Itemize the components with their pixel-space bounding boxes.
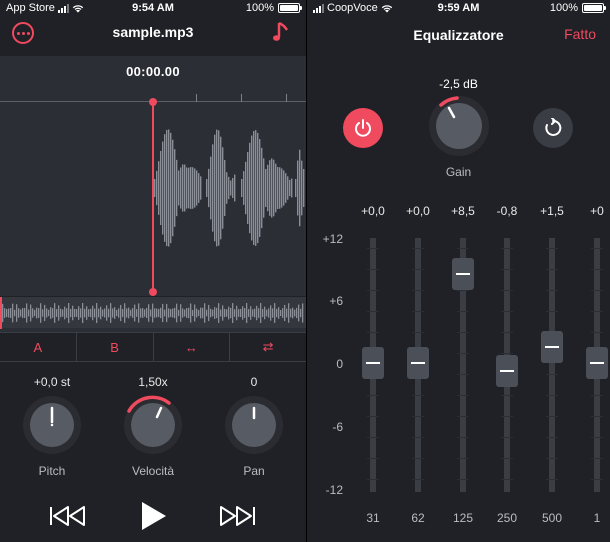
pitch-label: Pitch (38, 464, 66, 478)
band-slider-thumb[interactable] (541, 331, 563, 364)
playhead[interactable] (152, 102, 154, 292)
band-slider-thumb[interactable] (407, 347, 429, 379)
db-scale-label: +12 (322, 232, 343, 246)
pan-control: 0 Pan (214, 375, 294, 478)
loop-range-button[interactable]: ↔ (154, 333, 231, 361)
status-bar: App Store 9:54 AM 100% (0, 0, 306, 17)
time-display: 00:00.00 (126, 64, 180, 79)
band-gain-value: +0 (590, 204, 604, 218)
band-slider-track[interactable] (546, 238, 558, 492)
band-frequency: 1 (593, 511, 601, 525)
db-scale-label: 0 (336, 357, 343, 371)
play-icon[interactable] (133, 496, 173, 536)
reset-icon (545, 118, 562, 136)
ruler-tick (241, 94, 242, 102)
fast-forward-icon[interactable] (218, 496, 258, 536)
audio-player-screen: App Store 9:54 AM 100% sample.mp3 00:00.… (0, 0, 306, 542)
ruler-tick (286, 94, 287, 102)
battery-percent: 100% (245, 2, 274, 14)
power-toggle-button[interactable] (343, 108, 383, 148)
battery-icon (278, 3, 302, 13)
speed-value: 1,50x (138, 375, 168, 389)
band-slider-thumb[interactable] (586, 347, 608, 379)
music-note-icon[interactable] (272, 20, 290, 44)
loop-controls: A B ↔ ⇄ (0, 332, 306, 362)
gain-label: Gain (445, 165, 472, 179)
repeat-button[interactable]: ⇄ (230, 333, 306, 361)
playhead-handle-bottom[interactable] (149, 288, 157, 296)
pan-knob[interactable] (222, 391, 286, 455)
pan-value: 0 (250, 375, 258, 389)
band-slider-thumb[interactable] (496, 355, 518, 388)
waveform-overview[interactable] (0, 296, 306, 329)
band-slider-thumb[interactable] (452, 257, 474, 290)
reset-button[interactable] (533, 108, 573, 148)
gain-knob[interactable] (427, 94, 491, 158)
battery-percent: 100% (549, 2, 578, 14)
speed-label: Velocità (131, 464, 175, 478)
gain-value: -2,5 dB (439, 77, 478, 91)
db-scale-label: -12 (325, 483, 343, 497)
battery-icon (582, 3, 606, 13)
pan-label: Pan (243, 464, 265, 478)
rewind-icon[interactable] (47, 496, 87, 536)
loop-b-button[interactable]: B (77, 333, 154, 361)
overview-cursor (0, 297, 2, 329)
db-scale-label: +6 (329, 294, 343, 308)
power-icon (355, 119, 371, 137)
equalizer-screen: CoopVoce 9:59 AM 100% Equalizzatore Fatt… (307, 0, 610, 542)
ruler-tick (196, 94, 197, 102)
pitch-knob[interactable] (20, 391, 84, 455)
waveform-panel[interactable]: 00:00.00 (0, 56, 306, 332)
playhead-handle-top[interactable] (149, 98, 157, 106)
db-scale-label: -6 (332, 420, 343, 434)
speed-control: 1,50x Velocità (113, 375, 193, 478)
status-bar: CoopVoce 9:59 AM 100% (307, 0, 610, 17)
band-slider-thumb[interactable] (362, 347, 384, 379)
loop-a-button[interactable]: A (0, 333, 77, 361)
pitch-control: +0,0 st Pitch (12, 375, 92, 478)
overview-waveform (2, 303, 304, 323)
file-title: sample.mp3 (112, 24, 194, 40)
pitch-value: +0,0 st (33, 375, 71, 389)
done-button[interactable]: Fatto (564, 26, 596, 42)
speed-knob[interactable] (121, 391, 185, 455)
